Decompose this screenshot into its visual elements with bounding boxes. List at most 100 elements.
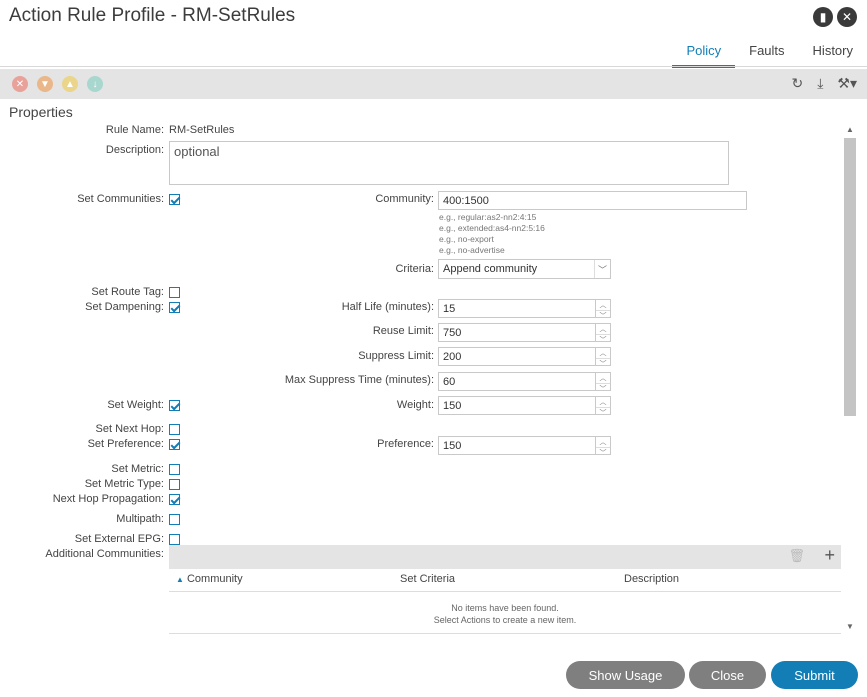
description-placeholder: optional <box>174 144 220 159</box>
table-bottom-divider <box>169 633 841 634</box>
preference-label: Preference: <box>377 438 434 450</box>
tab-bar: Policy Faults History <box>672 41 867 68</box>
description-field[interactable]: optional <box>169 141 729 185</box>
preference-stepper[interactable]: ︿ ﹀ <box>595 437 610 457</box>
weight-label: Weight: <box>396 399 434 411</box>
empty-hint: Select Actions to create a new item. <box>433 615 577 625</box>
max-suppress-stepper[interactable]: ︿ ﹀ <box>595 373 610 393</box>
toolbar: ✕ ▼ ▲ ↓ ↻ ⤓ ⚒▾ <box>0 69 867 99</box>
chevron-up-icon[interactable]: ︿ <box>596 397 610 407</box>
tab-faults[interactable]: Faults <box>735 41 798 66</box>
rule-name-label: Rule Name: <box>105 124 164 136</box>
submit-button[interactable]: Submit <box>771 661 858 689</box>
divider <box>0 66 867 67</box>
half-life-input[interactable]: 15 ︿ ﹀ <box>438 299 611 320</box>
weight-value: 150 <box>443 400 462 412</box>
minor-fault-icon: ▲ <box>62 76 78 92</box>
close-button[interactable]: Close <box>689 661 766 689</box>
community-hint: e.g., regular:as2-nn2:4:15 <box>439 212 537 222</box>
set-dampening-checkbox[interactable] <box>169 302 180 313</box>
set-metric-type-checkbox[interactable] <box>169 479 180 490</box>
reuse-limit-stepper[interactable]: ︿ ﹀ <box>595 324 610 344</box>
chevron-down-icon[interactable]: ﹀ <box>596 447 610 458</box>
weight-input[interactable]: 150 ︿ ﹀ <box>438 396 611 417</box>
table-header-divider <box>169 591 841 592</box>
properties-heading: Properties <box>9 104 73 120</box>
chevron-down-icon[interactable]: ﹀ <box>596 310 610 321</box>
set-route-tag-label: Set Route Tag: <box>91 286 164 298</box>
set-communities-checkbox[interactable] <box>169 194 180 205</box>
critical-fault-icon: ✕ <box>12 76 28 92</box>
reuse-limit-input[interactable]: 750 ︿ ﹀ <box>438 323 611 344</box>
tools-icon[interactable]: ⚒▾ <box>837 75 857 92</box>
tab-history[interactable]: History <box>799 41 867 66</box>
next-hop-propagation-label: Next Hop Propagation: <box>52 493 164 505</box>
empty-message: No items have been found. <box>451 603 559 613</box>
additional-communities-label: Additional Communities: <box>45 548 164 560</box>
column-header-community[interactable]: ▲ Community <box>176 573 243 585</box>
bookmark-icon[interactable]: ▮ <box>813 7 833 27</box>
scroll-thumb[interactable] <box>844 138 856 416</box>
suppress-limit-stepper[interactable]: ︿ ﹀ <box>595 348 610 368</box>
scroll-down-icon[interactable]: ▼ <box>846 622 854 631</box>
set-metric-checkbox[interactable] <box>169 464 180 475</box>
scroll-up-icon[interactable]: ▲ <box>846 125 854 134</box>
column-header-description[interactable]: Description <box>624 573 679 585</box>
multipath-checkbox[interactable] <box>169 514 180 525</box>
criteria-select[interactable]: Append community ﹀ <box>438 259 611 279</box>
column-header-label: Community <box>186 573 243 585</box>
max-suppress-input[interactable]: 60 ︿ ﹀ <box>438 372 611 393</box>
column-header-set-criteria[interactable]: Set Criteria <box>400 573 455 585</box>
page-title: Action Rule Profile - RM-SetRules <box>9 5 296 26</box>
chevron-down-icon[interactable]: ﹀ <box>596 407 610 418</box>
set-next-hop-label: Set Next Hop: <box>95 423 164 435</box>
close-icon[interactable]: ✕ <box>837 7 857 27</box>
set-external-epg-checkbox[interactable] <box>169 534 180 545</box>
suppress-limit-input[interactable]: 200 ︿ ﹀ <box>438 347 611 368</box>
community-hint: e.g., no-advertise <box>439 245 505 255</box>
major-fault-icon: ▼ <box>37 76 53 92</box>
chevron-up-icon[interactable]: ︿ <box>596 373 610 383</box>
max-suppress-label: Max Suppress Time (minutes): <box>284 374 434 386</box>
chevron-up-icon[interactable]: ︿ <box>596 348 610 358</box>
suppress-limit-label: Suppress Limit: <box>358 350 434 362</box>
table-toolbar: 🗑 + <box>169 545 841 569</box>
refresh-icon[interactable]: ↻ <box>791 75 803 92</box>
description-label: Description: <box>105 144 164 156</box>
community-hint: e.g., extended:as4-nn2:5:16 <box>439 223 545 233</box>
weight-stepper[interactable]: ︿ ﹀ <box>595 397 610 417</box>
chevron-down-icon[interactable]: ﹀ <box>596 358 610 369</box>
add-icon[interactable]: + <box>824 545 835 566</box>
set-next-hop-checkbox[interactable] <box>169 424 180 435</box>
chevron-down-icon[interactable]: ﹀ <box>596 334 610 345</box>
trash-icon[interactable]: 🗑 <box>788 548 805 564</box>
community-label: Community: <box>375 193 434 205</box>
chevron-up-icon[interactable]: ︿ <box>596 324 610 334</box>
next-hop-propagation-checkbox[interactable] <box>169 494 180 505</box>
preference-value: 150 <box>443 440 462 452</box>
set-weight-checkbox[interactable] <box>169 400 180 411</box>
community-input[interactable]: 400:1500 <box>438 191 747 210</box>
suppress-limit-value: 200 <box>443 351 462 363</box>
set-communities-label: Set Communities: <box>77 193 164 205</box>
tab-policy[interactable]: Policy <box>672 41 735 68</box>
half-life-stepper[interactable]: ︿ ﹀ <box>595 300 610 320</box>
community-hint: e.g., no-export <box>439 234 494 244</box>
half-life-label: Half Life (minutes): <box>341 301 434 313</box>
show-usage-button[interactable]: Show Usage <box>566 661 685 689</box>
preference-input[interactable]: 150 ︿ ﹀ <box>438 436 611 457</box>
set-preference-checkbox[interactable] <box>169 439 180 450</box>
chevron-up-icon[interactable]: ︿ <box>596 300 610 310</box>
chevron-up-icon[interactable]: ︿ <box>596 437 610 447</box>
download-icon[interactable]: ⤓ <box>817 75 823 92</box>
community-value: 400:1500 <box>443 195 489 207</box>
half-life-value: 15 <box>443 303 456 315</box>
warning-fault-icon: ↓ <box>87 76 103 92</box>
chevron-down-icon[interactable]: ﹀ <box>596 383 610 394</box>
sort-asc-icon: ▲ <box>176 575 184 584</box>
reuse-limit-label: Reuse Limit: <box>372 325 434 337</box>
scrollbar[interactable]: ▲ ▼ <box>842 123 856 633</box>
set-external-epg-label: Set External EPG: <box>74 533 164 545</box>
set-preference-label: Set Preference: <box>87 438 164 450</box>
set-route-tag-checkbox[interactable] <box>169 287 180 298</box>
